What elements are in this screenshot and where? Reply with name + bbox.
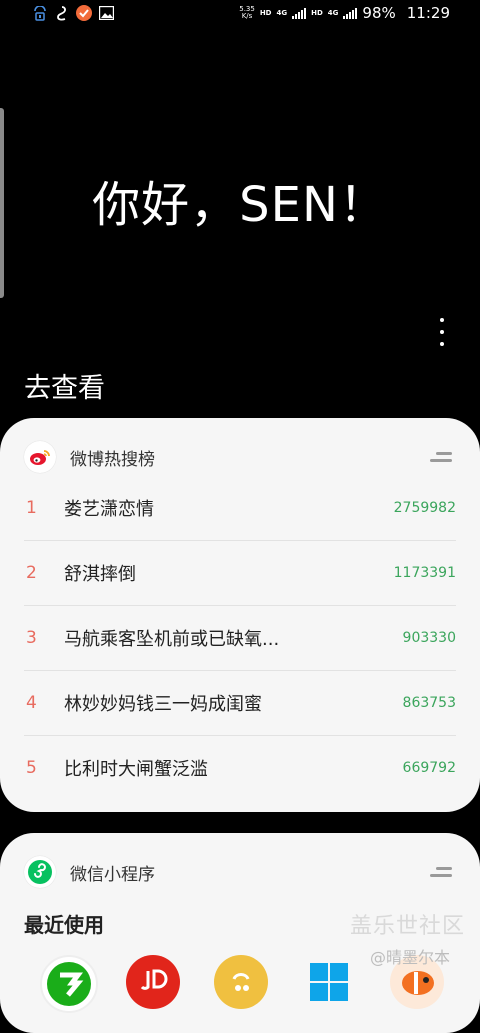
rank-number: 4 bbox=[26, 693, 37, 713]
rank-number: 2 bbox=[26, 563, 37, 583]
yellow-app-icon[interactable] bbox=[214, 955, 268, 1009]
search-count: 2759982 bbox=[393, 500, 456, 516]
topic-title: 林妙妙妈钱三一妈成闺蜜 bbox=[64, 694, 262, 715]
rank-number: 3 bbox=[26, 628, 37, 648]
topic-title: 娄艺潇恋情 bbox=[64, 499, 154, 520]
hot-search-item[interactable]: 5 比利时大闸蟹泛滥 669792 bbox=[24, 736, 456, 800]
rank-number: 1 bbox=[26, 498, 37, 518]
weibo-logo-icon bbox=[24, 441, 56, 473]
weibo-hot-search-card: 微博热搜榜 1 娄艺潇恋情 2759982 2 舒淇摔倒 1173391 3 马… bbox=[0, 418, 480, 812]
status-bar: 5.35 K/s HD 4G HD 4G 98% 11:29 bbox=[0, 0, 480, 28]
topic-title: 舒淇摔倒 bbox=[64, 564, 136, 585]
clock: 11:29 bbox=[406, 4, 450, 22]
section-title: 去查看 bbox=[24, 373, 105, 404]
search-count: 1173391 bbox=[393, 565, 456, 581]
card-title: 微信小程序 bbox=[70, 864, 155, 885]
hot-search-list: 1 娄艺潇恋情 2759982 2 舒淇摔倒 1173391 3 马航乘客坠机前… bbox=[24, 476, 456, 800]
card-title: 微博热搜榜 bbox=[70, 449, 155, 470]
tentacle-icon bbox=[54, 5, 70, 21]
signal-icon-2 bbox=[343, 7, 358, 19]
net-speed: 5.35 K/s bbox=[239, 6, 255, 20]
topic-title: 比利时大闸蟹泛滥 bbox=[64, 759, 208, 780]
notification-icons bbox=[32, 5, 114, 21]
jd-app-icon[interactable] bbox=[126, 955, 180, 1009]
search-count: 669792 bbox=[402, 760, 456, 776]
system-indicators: 5.35 K/s HD 4G HD 4G 98% 11:29 bbox=[239, 4, 450, 22]
card-header: 微信小程序 bbox=[24, 855, 155, 889]
hd-label-2: HD bbox=[311, 9, 323, 17]
search-count: 863753 bbox=[402, 695, 456, 711]
hot-search-item[interactable]: 1 娄艺潇恋情 2759982 bbox=[24, 476, 456, 541]
signal-icon-1 bbox=[292, 7, 307, 19]
recently-used-label: 最近使用 bbox=[24, 913, 104, 937]
topic-title: 马航乘客坠机前或已缺氧... bbox=[64, 629, 280, 650]
card-drag-handle-icon[interactable] bbox=[430, 452, 452, 462]
lock-wifi-icon bbox=[32, 5, 48, 21]
more-options-icon[interactable] bbox=[434, 318, 450, 346]
hot-search-item[interactable]: 2 舒淇摔倒 1173391 bbox=[24, 541, 456, 606]
lte-label-1: 4G bbox=[276, 9, 288, 17]
green-app-icon[interactable] bbox=[40, 955, 98, 1013]
greeting-text: 你好，SEN！ bbox=[92, 177, 388, 233]
card-drag-handle-icon[interactable] bbox=[430, 867, 452, 877]
watermark-author: @晴墨尔本 bbox=[370, 948, 451, 967]
mini-program-logo-icon bbox=[24, 856, 56, 888]
windows-app-icon[interactable] bbox=[302, 955, 356, 1009]
orange-app-icon bbox=[76, 5, 92, 21]
net-speed-unit: K/s bbox=[241, 12, 253, 20]
search-count: 903330 bbox=[402, 630, 456, 646]
card-header: 微博热搜榜 bbox=[24, 440, 155, 474]
gallery-icon bbox=[98, 5, 114, 21]
hot-search-item[interactable]: 4 林妙妙妈钱三一妈成闺蜜 863753 bbox=[24, 671, 456, 736]
watermark-title: 盖乐世社区 bbox=[350, 914, 466, 939]
battery-level: 98% bbox=[362, 4, 396, 22]
lte-label-2: 4G bbox=[327, 9, 339, 17]
hot-search-item[interactable]: 3 马航乘客坠机前或已缺氧... 903330 bbox=[24, 606, 456, 671]
hd-label-1: HD bbox=[259, 9, 272, 17]
rank-number: 5 bbox=[26, 758, 37, 778]
